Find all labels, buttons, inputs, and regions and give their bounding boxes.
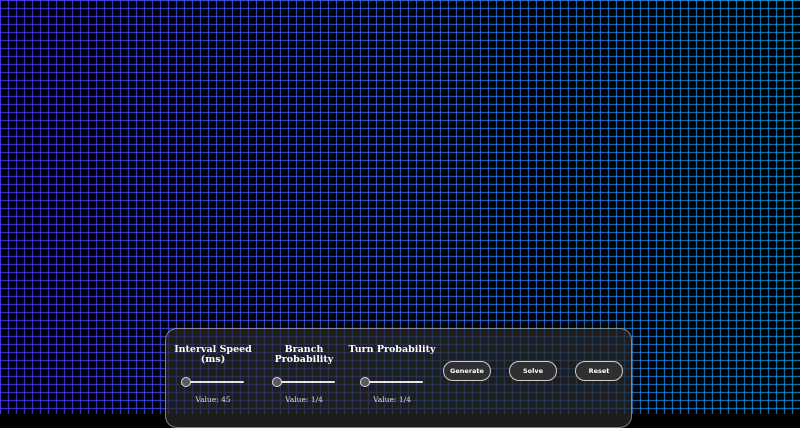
branch-probability-control: Branch Probability Value: 1/4 xyxy=(259,345,349,404)
control-panel: Interval Speed (ms) Value: 45 Branch Pro… xyxy=(165,328,632,428)
slider-thumb[interactable] xyxy=(360,377,370,387)
slider-thumb[interactable] xyxy=(181,377,191,387)
slider-track xyxy=(361,381,423,383)
generate-button[interactable]: Generate xyxy=(443,361,491,381)
turn-probability-value: Value: 1/4 xyxy=(373,395,411,404)
solve-button[interactable]: Solve xyxy=(509,361,557,381)
turn-probability-control: Turn Probability Value: 1/4 xyxy=(347,344,437,405)
slider-track xyxy=(182,381,244,383)
turn-probability-label: Turn Probability xyxy=(348,344,436,355)
turn-probability-slider[interactable] xyxy=(360,377,423,387)
reset-button[interactable]: Reset xyxy=(575,361,623,381)
slider-track xyxy=(273,381,335,383)
interval-speed-control: Interval Speed (ms) Value: 45 xyxy=(168,344,258,405)
slider-thumb[interactable] xyxy=(272,377,282,387)
interval-speed-value: Value: 45 xyxy=(195,395,231,404)
interval-speed-slider[interactable] xyxy=(181,377,244,387)
interval-speed-label: Interval Speed (ms) xyxy=(174,344,252,365)
branch-probability-value: Value: 1/4 xyxy=(285,395,323,404)
branch-probability-slider[interactable] xyxy=(272,377,335,387)
branch-probability-label: Branch Probability xyxy=(274,344,334,365)
